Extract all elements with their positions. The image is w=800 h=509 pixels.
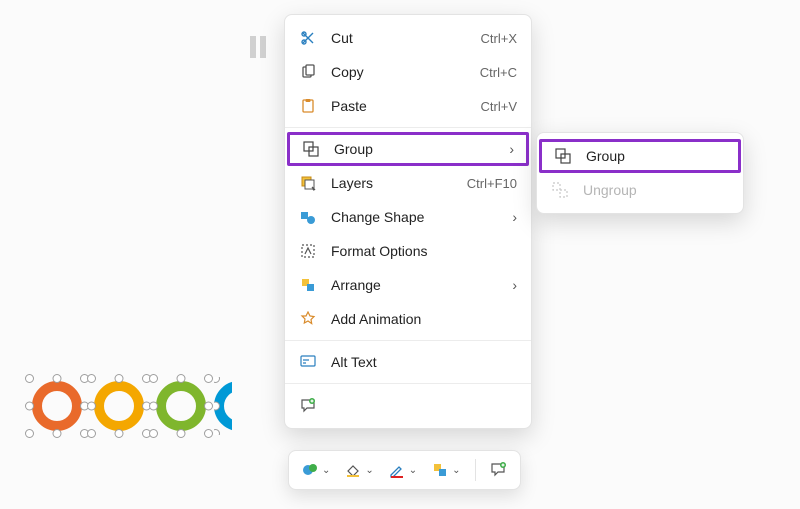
arrange-icon bbox=[431, 461, 449, 479]
mini-arrange[interactable]: ⌄ bbox=[427, 457, 464, 483]
menu-shortcut: Ctrl+C bbox=[480, 65, 517, 80]
menu-label: Cut bbox=[331, 30, 467, 46]
format-options-icon bbox=[299, 242, 317, 260]
submenu-ungroup: Ungroup bbox=[537, 173, 743, 207]
toolbar-separator bbox=[475, 459, 476, 481]
shape-green[interactable] bbox=[152, 377, 210, 435]
menu-label: Alt Text bbox=[331, 354, 517, 370]
mini-shape-style[interactable]: ⌄ bbox=[297, 457, 334, 483]
change-shape-icon bbox=[299, 208, 317, 226]
menu-paste[interactable]: Paste Ctrl+V bbox=[285, 89, 531, 123]
menu-layers[interactable]: Layers Ctrl+F10 bbox=[285, 166, 531, 200]
outline-pen-icon bbox=[388, 461, 406, 479]
menu-label: Group bbox=[334, 141, 495, 157]
dropdown-icon: ⌄ bbox=[452, 465, 460, 476]
scissors-icon bbox=[299, 29, 317, 47]
menu-cut[interactable]: Cut Ctrl+X bbox=[285, 21, 531, 55]
layers-icon bbox=[299, 174, 317, 192]
chevron-right-icon: › bbox=[512, 277, 517, 293]
submenu-group[interactable]: Group bbox=[539, 139, 741, 173]
copy-icon bbox=[299, 63, 317, 81]
menu-new-comment[interactable] bbox=[285, 388, 531, 422]
mini-shape-fill[interactable]: ⌄ bbox=[340, 457, 377, 483]
menu-separator bbox=[285, 340, 531, 341]
mini-shape-outline[interactable]: ⌄ bbox=[384, 457, 421, 483]
selected-shapes-group[interactable] bbox=[28, 377, 232, 435]
menu-add-animation[interactable]: Add Animation bbox=[285, 302, 531, 336]
menu-shortcut: Ctrl+F10 bbox=[467, 176, 517, 191]
paste-icon bbox=[299, 97, 317, 115]
menu-group[interactable]: Group › bbox=[287, 132, 529, 166]
menu-label: Layers bbox=[331, 175, 453, 191]
shape-orange[interactable] bbox=[28, 377, 86, 435]
menu-label: Copy bbox=[331, 64, 466, 80]
menu-copy[interactable]: Copy Ctrl+C bbox=[285, 55, 531, 89]
arrange-icon bbox=[299, 276, 317, 294]
group-icon bbox=[302, 140, 320, 158]
menu-label: Format Options bbox=[331, 243, 517, 259]
alt-text-icon bbox=[299, 353, 317, 371]
menu-label: Group bbox=[586, 148, 726, 164]
shape-blue-partial[interactable] bbox=[214, 377, 232, 435]
mini-new-comment[interactable] bbox=[486, 457, 512, 483]
menu-change-shape[interactable]: Change Shape › bbox=[285, 200, 531, 234]
context-menu: Cut Ctrl+X Copy Ctrl+C Paste Ctrl+V Grou… bbox=[284, 14, 532, 429]
menu-format-options[interactable]: Format Options bbox=[285, 234, 531, 268]
fill-bucket-icon bbox=[344, 461, 362, 479]
shape-style-icon bbox=[301, 461, 319, 479]
group-icon bbox=[554, 147, 572, 165]
animation-icon bbox=[299, 310, 317, 328]
menu-separator bbox=[285, 383, 531, 384]
menu-separator bbox=[285, 127, 531, 128]
drag-hint-bars bbox=[250, 36, 266, 58]
group-submenu: Group Ungroup bbox=[536, 132, 744, 214]
dropdown-icon: ⌄ bbox=[365, 465, 373, 476]
menu-shortcut: Ctrl+X bbox=[481, 31, 517, 46]
dropdown-icon: ⌄ bbox=[409, 465, 417, 476]
menu-label: Add Animation bbox=[331, 311, 517, 327]
chevron-right-icon: › bbox=[509, 141, 514, 157]
dropdown-icon: ⌄ bbox=[322, 465, 330, 476]
new-comment-icon bbox=[299, 396, 317, 414]
mini-toolbar: ⌄ ⌄ ⌄ ⌄ bbox=[288, 450, 521, 490]
shape-amber[interactable] bbox=[90, 377, 148, 435]
chevron-right-icon: › bbox=[512, 209, 517, 225]
menu-label: Paste bbox=[331, 98, 467, 114]
menu-arrange[interactable]: Arrange › bbox=[285, 268, 531, 302]
menu-shortcut: Ctrl+V bbox=[481, 99, 517, 114]
menu-alt-text[interactable]: Alt Text bbox=[285, 345, 531, 379]
new-comment-icon bbox=[490, 461, 508, 479]
menu-label: Ungroup bbox=[583, 182, 729, 198]
menu-label: Change Shape bbox=[331, 209, 498, 225]
ungroup-icon bbox=[551, 181, 569, 199]
menu-label: Arrange bbox=[331, 277, 498, 293]
